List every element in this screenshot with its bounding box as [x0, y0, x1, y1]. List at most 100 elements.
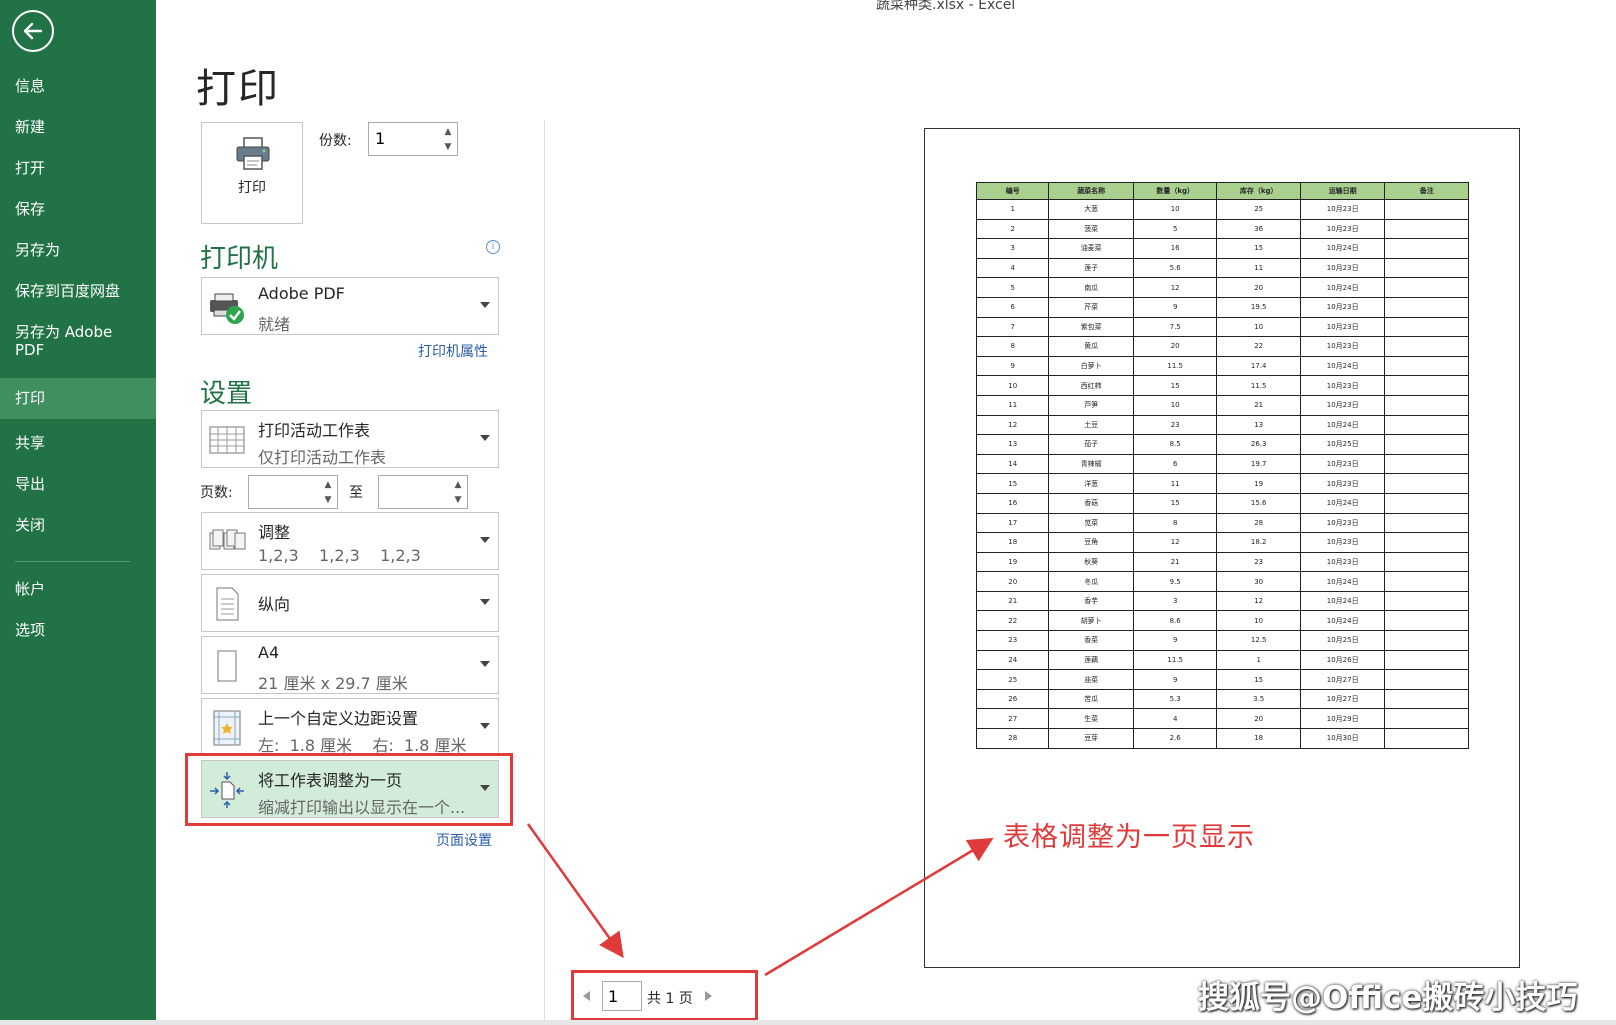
table-cell: 白萝卜 — [1048, 355, 1134, 377]
table-cell: 7.5 — [1132, 316, 1218, 338]
print-what-title: 打印活动工作表 — [258, 421, 371, 440]
table-cell: 23 — [1132, 414, 1218, 436]
copies-up-button[interactable]: ▲ — [441, 125, 455, 139]
table-row: 27 生菜 4 20 10月29日 — [975, 708, 1469, 730]
table-cell: 莲藕 — [1048, 649, 1134, 671]
table-cell: 10月23日 — [1299, 257, 1386, 279]
table-cell: 莲子 — [1048, 257, 1134, 279]
table-cell: 13 — [1216, 414, 1301, 436]
paper-size-dropdown[interactable]: A4 21 厘米 x 29.7 厘米 — [201, 636, 499, 694]
table-cell — [1384, 669, 1469, 690]
table-cell: 25 — [1216, 199, 1301, 220]
nav-item-save-baidu[interactable]: 保存到百度网盘 — [0, 282, 156, 302]
nav-item-share[interactable]: 共享 — [0, 434, 156, 454]
table-cell: 15 — [1132, 375, 1218, 396]
table-cell: 11 — [1216, 257, 1301, 279]
table-cell: 9 — [1132, 669, 1218, 690]
copies-input[interactable] — [369, 123, 429, 153]
arrow-left-icon — [23, 22, 43, 40]
table-row: 5 南瓜 12 20 10月24日 — [975, 277, 1469, 298]
nav-item-export[interactable]: 导出 — [0, 475, 156, 495]
table-cell: 4 — [1132, 708, 1218, 730]
printer-icon — [236, 137, 270, 170]
table-cell: 10月24日 — [1299, 571, 1386, 592]
table-row: 1 大葱 10 25 10月23日 — [975, 199, 1469, 220]
copies-label: 份数: — [319, 133, 352, 149]
table-cell: 10月23日 — [1299, 551, 1386, 573]
nav-item-info[interactable]: 信息 — [0, 77, 156, 97]
margins-dropdown[interactable]: 上一个自定义边距设置 左: 1.8 厘米 右: 1.8 厘米 — [201, 698, 499, 756]
settings-section-title: 设置 — [200, 379, 253, 409]
table-cell: 12 — [975, 414, 1050, 436]
table-cell — [1384, 434, 1469, 455]
table-cell: 15 — [1132, 492, 1218, 514]
annotation-label: 表格调整为一页显示 — [1003, 822, 1255, 853]
nav-item-open[interactable]: 打开 — [0, 159, 156, 179]
table-cell: 24 — [975, 649, 1050, 671]
nav-item-options[interactable]: 选项 — [0, 621, 156, 641]
page-title: 打印 — [196, 66, 280, 112]
table-cell: 4 — [975, 257, 1050, 279]
pages-to-input[interactable] — [379, 476, 449, 506]
table-cell: 10 — [1132, 394, 1218, 416]
table-cell — [1384, 453, 1469, 475]
pages-from-down-button[interactable]: ▼ — [321, 493, 335, 507]
table-row: 7 紫包菜 7.5 10 10月23日 — [975, 316, 1469, 338]
printer-properties-link[interactable]: 打印机属性 — [418, 341, 488, 361]
table-cell — [1384, 551, 1469, 573]
pages-from-input[interactable] — [249, 476, 319, 506]
copies-down-button[interactable]: ▼ — [441, 140, 455, 154]
bottom-scrollbar — [0, 1020, 1616, 1025]
table-cell: 10月23日 — [1299, 316, 1386, 338]
table-cell: 23 — [1216, 551, 1301, 573]
nav-item-save-as[interactable]: 另存为 — [0, 241, 156, 261]
orientation-dropdown[interactable]: 纵向 — [201, 574, 499, 632]
table-cell: 秋葵 — [1048, 551, 1134, 573]
table-cell — [1384, 708, 1469, 730]
table-cell — [1384, 610, 1469, 632]
pages-to-stepper: ▲ ▼ — [378, 475, 468, 509]
table-cell: 茄子 — [1048, 434, 1134, 455]
info-icon[interactable]: i — [486, 240, 500, 254]
table-cell: 10月24日 — [1299, 492, 1386, 514]
table-row: 21 香芋 3 12 10月24日 — [975, 590, 1469, 612]
nav-item-new[interactable]: 新建 — [0, 118, 156, 138]
print-button[interactable]: 打印 — [201, 122, 303, 224]
table-cell: 3 — [975, 238, 1050, 259]
table-cell: 12.5 — [1216, 630, 1301, 651]
table-cell: 9 — [1132, 630, 1218, 651]
nav-item-close[interactable]: 关闭 — [0, 516, 156, 536]
nav-item-account[interactable]: 帐户 — [0, 580, 156, 600]
nav-item-print[interactable]: 打印 — [0, 378, 156, 419]
table-cell — [1384, 688, 1469, 710]
nav-item-save[interactable]: 保存 — [0, 200, 156, 220]
table-cell: 7 — [975, 316, 1050, 338]
pages-from-up-button[interactable]: ▲ — [321, 478, 335, 492]
print-what-dropdown[interactable]: 打印活动工作表 仅打印活动工作表 — [201, 410, 499, 468]
table-cell: 苦瓜 — [1048, 688, 1134, 710]
table-row: 24 莲藕 11.5 1 10月26日 — [975, 649, 1469, 671]
table-row: 20 冬瓜 9.5 30 10月24日 — [975, 571, 1469, 592]
printer-dropdown[interactable]: Adobe PDF 就绪 — [201, 277, 499, 335]
table-cell: 10月24日 — [1299, 238, 1386, 259]
pages-to-up-button[interactable]: ▲ — [451, 478, 465, 492]
table-cell — [1384, 492, 1469, 514]
collate-dropdown[interactable]: 调整 1,2,3 1,2,3 1,2,3 — [201, 512, 499, 570]
nav-item-save-adobe-pdf[interactable]: 另存为 Adobe PDF — [0, 323, 140, 363]
pages-to-down-button[interactable]: ▼ — [451, 493, 465, 507]
column-header: 备注 — [1384, 182, 1469, 200]
preview-table: 编号 蔬菜名称 数量（kg） 库存（kg） 运输日期 备注 1 大葱 10 25 10月23日 2 菠… — [975, 182, 1469, 749]
table-cell: 3.5 — [1216, 688, 1301, 710]
table-cell: 冬瓜 — [1048, 571, 1134, 592]
back-button[interactable] — [12, 10, 54, 52]
table-cell: 11 — [975, 394, 1050, 416]
collate-title: 调整 — [258, 523, 291, 542]
table-cell: 10月23日 — [1299, 336, 1386, 357]
print-what-subtitle: 仅打印活动工作表 — [258, 448, 387, 467]
margins-title: 上一个自定义边距设置 — [258, 709, 419, 728]
page-setup-link[interactable]: 页面设置 — [436, 830, 492, 850]
table-cell: 洋葱 — [1048, 473, 1134, 494]
table-cell: 10月23日 — [1299, 218, 1386, 240]
chevron-down-icon — [480, 302, 490, 308]
table-cell — [1384, 199, 1469, 220]
